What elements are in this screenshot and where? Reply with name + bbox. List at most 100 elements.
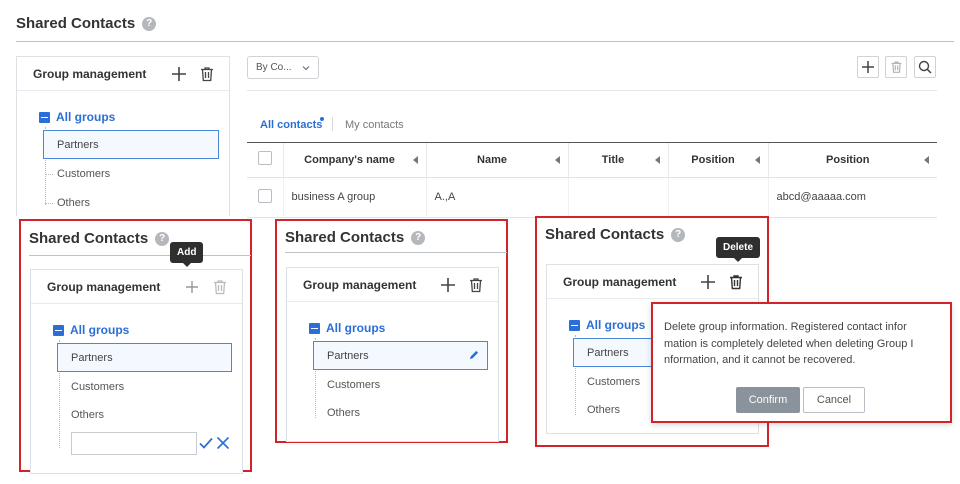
- group-panel-header: Group management: [287, 268, 498, 302]
- title-divider: [16, 41, 954, 42]
- sort-icon[interactable]: [654, 156, 660, 164]
- dialog-message-line: Delete group information. Registered con…: [664, 321, 907, 333]
- callout-edit-group: Shared Contacts ? Group management All g…: [275, 219, 508, 443]
- collapse-icon[interactable]: [39, 111, 50, 123]
- tree-item-label: Partners: [327, 349, 369, 362]
- sort-icon[interactable]: [554, 156, 560, 164]
- add-contact-button[interactable]: [857, 56, 879, 78]
- sort-icon[interactable]: [924, 156, 929, 164]
- tree-root-all-groups[interactable]: All groups: [309, 321, 385, 335]
- collapse-icon[interactable]: [569, 319, 580, 331]
- tree-root-label: All groups: [56, 110, 116, 124]
- page-title: Shared Contacts ?: [545, 226, 686, 243]
- tab-my-contacts[interactable]: My contacts: [345, 119, 404, 131]
- tree-item-others[interactable]: Others: [327, 407, 360, 419]
- column-header-name[interactable]: Name: [426, 143, 569, 177]
- add-icon[interactable]: [184, 279, 200, 295]
- add-icon[interactable]: [171, 66, 187, 82]
- trash-icon[interactable]: [212, 279, 228, 295]
- collapse-icon[interactable]: [53, 324, 64, 336]
- page-title-text: Shared Contacts: [29, 230, 149, 247]
- add-icon[interactable]: [700, 274, 716, 290]
- page-title-text: Shared Contacts: [285, 229, 405, 246]
- tree-item-others[interactable]: Others: [587, 404, 620, 416]
- tooltip-add: Add: [170, 242, 204, 267]
- filter-select[interactable]: By Co...: [247, 56, 319, 79]
- row-checkbox[interactable]: [257, 188, 272, 203]
- contacts-table: Company's name Name Title Position Posit…: [247, 143, 937, 218]
- check-icon[interactable]: [199, 436, 213, 450]
- column-header-label: Title: [601, 153, 625, 166]
- table-header-row: Company's name Name Title Position Posit…: [247, 143, 937, 177]
- chevron-down-icon: [302, 65, 310, 70]
- select-all-checkbox[interactable]: [257, 151, 272, 166]
- group-panel-title: Group management: [33, 66, 147, 81]
- title-divider: [29, 255, 251, 256]
- tree-root-label: All groups: [586, 318, 646, 332]
- page-title: Shared Contacts ?: [16, 15, 157, 32]
- toolbar-divider: [247, 90, 937, 91]
- help-icon[interactable]: ?: [142, 16, 157, 31]
- cell-company: business A group: [283, 177, 427, 217]
- column-header-position-2[interactable]: Position: [768, 143, 937, 177]
- tree-item-customers[interactable]: Customers: [587, 376, 640, 388]
- delete-confirm-dialog: Delete group information. Registered con…: [651, 302, 952, 423]
- sort-icon[interactable]: [754, 156, 760, 164]
- tree-item-customers[interactable]: Customers: [57, 168, 110, 180]
- sort-icon[interactable]: [412, 156, 418, 164]
- help-icon[interactable]: ?: [155, 231, 170, 246]
- tree-item-partners[interactable]: Partners: [43, 130, 219, 159]
- tree-item-customers[interactable]: Customers: [327, 379, 380, 391]
- search-icon: [918, 60, 932, 74]
- confirm-button[interactable]: Confirm: [736, 387, 800, 413]
- delete-contact-button[interactable]: [885, 56, 907, 78]
- help-icon[interactable]: ?: [671, 227, 686, 242]
- trash-icon[interactable]: [199, 66, 215, 82]
- column-header-title[interactable]: Title: [568, 143, 669, 177]
- close-icon[interactable]: [216, 436, 230, 450]
- dialog-message-line: mation is completely deleted when deleti…: [664, 337, 914, 350]
- tree-root-label: All groups: [326, 321, 386, 335]
- trash-icon[interactable]: [468, 277, 484, 293]
- new-indicator-dot: [320, 117, 324, 121]
- page-title: Shared Contacts ?: [285, 229, 426, 246]
- add-icon[interactable]: [440, 277, 456, 293]
- tree-root-all-groups[interactable]: All groups: [39, 110, 115, 124]
- table-row[interactable]: business A group A.,A abcd@aaaaa.com: [247, 177, 937, 217]
- dialog-message: Delete group information. Registered con…: [664, 319, 913, 369]
- collapse-icon[interactable]: [309, 322, 320, 334]
- trash-icon[interactable]: [728, 274, 744, 290]
- column-header-company[interactable]: Company's name: [283, 143, 427, 177]
- group-panel-title: Group management: [47, 279, 161, 294]
- search-button[interactable]: [914, 56, 936, 78]
- tree-item-partners[interactable]: Partners: [57, 343, 232, 372]
- new-group-input[interactable]: [71, 432, 197, 455]
- page-title-text: Shared Contacts: [16, 15, 136, 32]
- tree-root-all-groups[interactable]: All groups: [569, 318, 645, 332]
- help-icon[interactable]: ?: [411, 230, 426, 245]
- tree-item-customers[interactable]: Customers: [71, 381, 124, 393]
- tooltip-delete: Delete: [716, 237, 761, 262]
- tree-connector: [45, 203, 53, 204]
- cell-title: [568, 177, 669, 217]
- tree-item-others[interactable]: Others: [57, 197, 90, 209]
- tree-root-all-groups[interactable]: All groups: [53, 323, 129, 337]
- column-header-label: Company's name: [304, 153, 395, 166]
- pencil-icon[interactable]: [468, 350, 479, 361]
- column-header-position[interactable]: Position: [668, 143, 769, 177]
- trash-icon: [891, 61, 901, 73]
- column-header-label: Name: [477, 153, 507, 166]
- cancel-button[interactable]: Cancel: [803, 387, 865, 413]
- tree-item-label: Partners: [587, 346, 629, 359]
- tree-root-label: All groups: [70, 323, 130, 337]
- tab-divider: [332, 117, 333, 131]
- tab-all-contacts[interactable]: All contacts: [260, 119, 322, 131]
- tab-label: My contacts: [345, 119, 404, 131]
- tree-item-partners[interactable]: Partners: [313, 341, 488, 370]
- page-title-text: Shared Contacts: [545, 226, 665, 243]
- tree-item-others[interactable]: Others: [71, 409, 104, 421]
- select-all-cell: [247, 143, 284, 177]
- group-panel: Group management All groups Partners Cus…: [286, 267, 499, 442]
- tree-item-label: Partners: [71, 351, 113, 364]
- group-panel-header: Group management: [17, 57, 229, 91]
